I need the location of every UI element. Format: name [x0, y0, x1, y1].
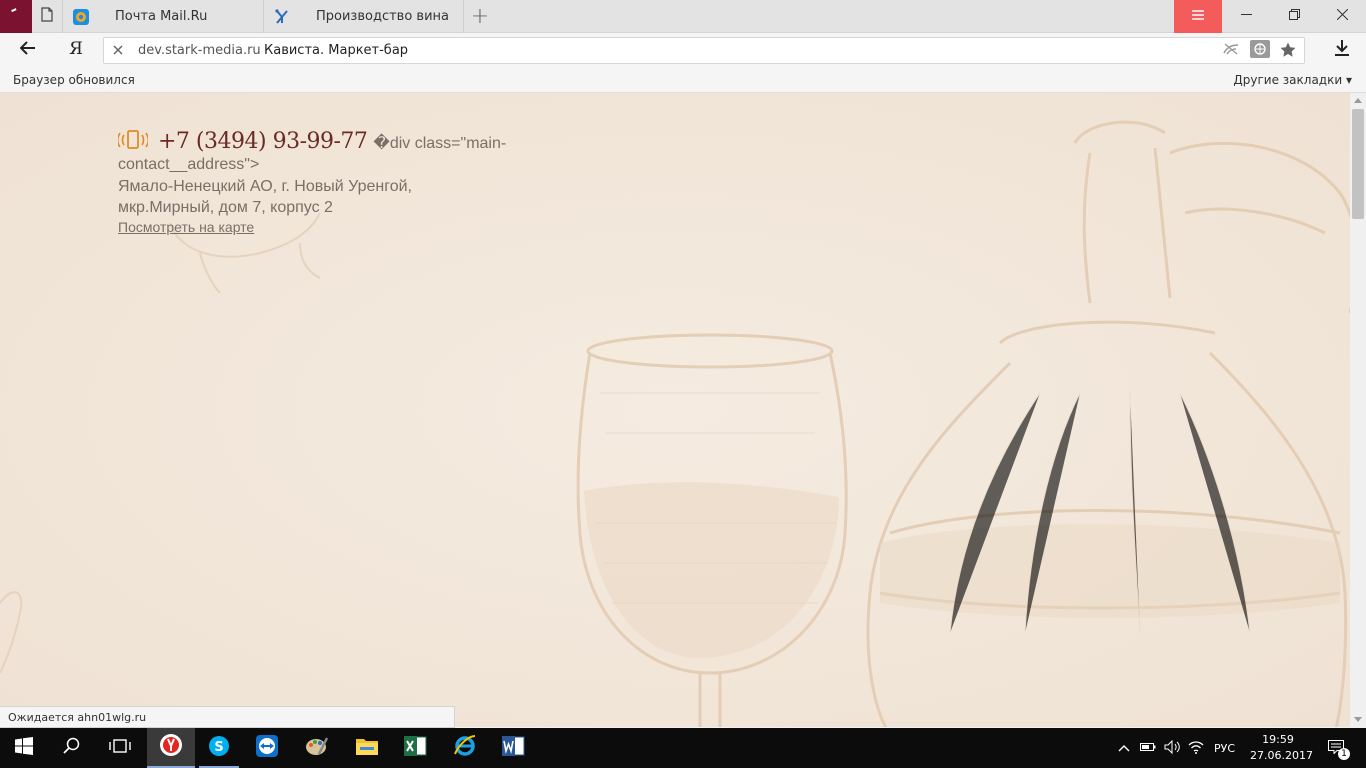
browser-updated-notice[interactable]: Браузер обновился — [13, 73, 135, 87]
url-page-title: Кависта. Маркет-бар — [264, 43, 409, 58]
close-button[interactable] — [1318, 0, 1366, 33]
clock-date: 27.06.2017 — [1250, 749, 1313, 762]
view-on-map-link[interactable]: Посмотреть на карте — [118, 219, 254, 235]
taskbar-yandex-browser[interactable] — [147, 728, 195, 768]
phone-row: +7 (3494) 93-99-77 �div class="main- — [116, 126, 518, 154]
start-button[interactable] — [0, 728, 48, 768]
taskbar-teamviewer[interactable] — [243, 728, 291, 768]
restore-button[interactable] — [1270, 0, 1318, 33]
search-button[interactable] — [48, 728, 96, 768]
tab-mail-ru[interactable]: Почта Mail.Ru — [63, 0, 264, 33]
svg-text:S: S — [214, 740, 223, 755]
page-viewport: +7 (3494) 93-99-77 �div class="main- con… — [0, 93, 1350, 727]
notifications-button[interactable]: 1 — [1322, 728, 1352, 768]
teamviewer-icon — [255, 734, 279, 762]
pinned-tab[interactable] — [32, 0, 63, 33]
taskbar-file-explorer[interactable] — [343, 728, 391, 768]
bookmarks-bar: Браузер обновился Другие закладки ▾ — [0, 67, 1366, 93]
raw-html-text: �div class="main- — [373, 135, 507, 152]
new-tab-button[interactable]: + — [466, 0, 494, 33]
taskbar-clock[interactable]: 19:59 27.06.2017 — [1250, 732, 1313, 764]
turbo-icon[interactable] — [1222, 41, 1240, 61]
skype-icon: S — [207, 734, 231, 762]
close-icon — [1336, 8, 1348, 24]
word-icon — [501, 734, 525, 762]
main-contact: +7 (3494) 93-99-77 �div class="main- con… — [116, 126, 518, 236]
taskbar-excel[interactable] — [391, 728, 439, 768]
address-line-2: мкр.Мирный, дом 7, корпус 2 — [118, 199, 333, 216]
clock-time: 19:59 — [1262, 733, 1294, 746]
raw-html-text-continued: contact__address"> — [118, 156, 260, 173]
tab-bar: Почта Mail.Ru Производство вина + — [0, 0, 1366, 33]
minimize-icon — [1240, 9, 1252, 24]
scrollbar-thumb[interactable] — [1352, 109, 1364, 219]
taskbar-skype[interactable]: S — [195, 728, 243, 768]
menu-button[interactable] — [1174, 0, 1222, 33]
task-view-icon — [109, 738, 131, 758]
paint-icon — [305, 734, 329, 762]
address-bar[interactable]: dev.stark-media.ru Кависта. Маркет-бар — [103, 37, 1305, 64]
search-icon — [63, 737, 81, 759]
tab-title: Почта Mail.Ru — [115, 9, 208, 24]
mailru-icon — [73, 8, 89, 25]
navigation-bar: Я dev.stark-media.ru Кависта. Маркет-бар — [0, 33, 1366, 67]
internet-explorer-icon — [453, 734, 477, 762]
bookmark-star-icon[interactable] — [1280, 42, 1296, 61]
status-bar: Ожидается ahn01wlg.ru — [0, 706, 455, 728]
taskbar-paint[interactable] — [293, 728, 341, 768]
downloads-button[interactable] — [1330, 39, 1354, 61]
minimize-button[interactable] — [1222, 0, 1270, 33]
file-explorer-icon — [355, 735, 379, 761]
phone-number-link[interactable]: +7 (3494) 93-99-77 — [158, 129, 368, 154]
taskbar-internet-explorer[interactable] — [441, 728, 489, 768]
taskbar-word[interactable] — [489, 728, 537, 768]
excel-icon — [403, 734, 427, 762]
scroll-down-arrow-icon[interactable] — [1354, 717, 1362, 722]
download-icon — [1335, 40, 1349, 60]
task-view-button[interactable] — [96, 728, 144, 768]
wine-site-icon — [274, 8, 290, 25]
windows-taskbar: S РУС 19:59 27.06.2017 1 — [0, 728, 1366, 768]
chevron-up-icon[interactable] — [1118, 742, 1130, 755]
scroll-up-arrow-icon[interactable] — [1354, 98, 1362, 103]
restore-icon — [1288, 9, 1300, 24]
volume-icon[interactable] — [1164, 739, 1180, 757]
yandex-logo-button[interactable]: Я — [66, 39, 86, 61]
windows-start-icon — [15, 737, 33, 759]
yandex-browser-icon — [159, 733, 183, 761]
back-button[interactable] — [12, 37, 44, 63]
system-tray: РУС — [1118, 728, 1235, 768]
page-scrollbar[interactable] — [1350, 93, 1366, 727]
battery-icon[interactable] — [1140, 742, 1156, 755]
wifi-icon[interactable] — [1188, 740, 1204, 757]
stop-loading-icon[interactable] — [111, 43, 125, 57]
language-indicator[interactable]: РУС — [1214, 742, 1235, 755]
action-center-icon: 1 — [1328, 740, 1350, 760]
page-icon — [41, 7, 53, 26]
protect-icon[interactable] — [1250, 40, 1270, 62]
arrow-left-icon — [19, 41, 36, 59]
tab-wine-production[interactable]: Производство вина — [264, 0, 464, 33]
address-bar-actions — [1222, 40, 1296, 62]
other-bookmarks-button[interactable]: Другие закладки ▾ — [1233, 73, 1352, 87]
tab-title: Производство вина — [316, 9, 449, 24]
notifications-count-badge: 1 — [1338, 748, 1350, 760]
phone-ringing-icon — [116, 129, 150, 151]
address-line-1: Ямало-Ненецкий АО, г. Новый Уренгой, — [118, 178, 412, 195]
url-host: dev.stark-media.ru — [138, 43, 261, 58]
yandex-menu-button[interactable] — [0, 0, 32, 33]
menu-icon — [1192, 9, 1204, 24]
